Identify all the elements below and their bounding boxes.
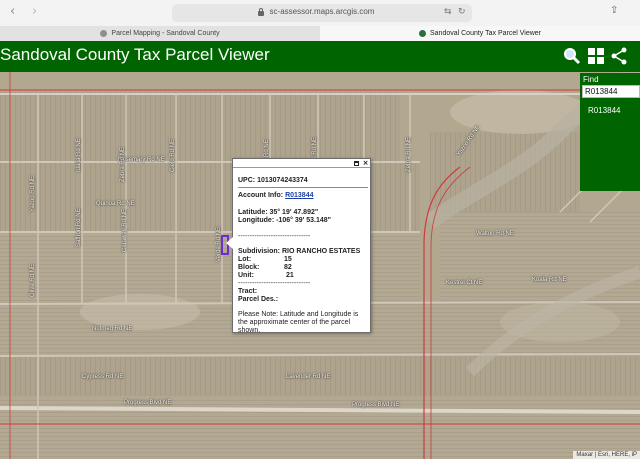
separator-line: ------------------------------- xyxy=(238,280,311,287)
longitude-label: Longitude: xyxy=(238,217,275,224)
upc-value: 1013074243374 xyxy=(257,177,308,184)
divider xyxy=(238,187,368,188)
block-value: 82 xyxy=(284,264,292,271)
tab-label: Sandoval County Tax Parcel Viewer xyxy=(429,30,542,37)
tab-parcel-mapping[interactable]: Parcel Mapping - Sandoval County xyxy=(0,26,320,41)
translate-icon[interactable]: ⇆ xyxy=(444,7,452,17)
unit-label: Unit: xyxy=(238,272,254,279)
grid-icon[interactable] xyxy=(587,47,605,65)
back-arrow-icon[interactable]: ‹ xyxy=(10,4,15,19)
favicon-icon xyxy=(418,29,426,37)
lot-value: 15 xyxy=(284,256,292,263)
latitude-label: Latitude: xyxy=(238,209,268,216)
street-label: Cielo Rd NE xyxy=(170,138,176,172)
tab-label: Parcel Mapping - Sandoval County xyxy=(111,30,220,37)
parcel-des-label: Parcel Des.: xyxy=(238,296,279,303)
street-label: Koala Rd NE xyxy=(532,277,567,283)
street-label: Zebra Rd NE xyxy=(406,136,412,172)
street-label: Progress Blvd NE xyxy=(352,402,400,408)
street-label: Progress Blvd NE xyxy=(124,400,172,406)
tab-tax-parcel-viewer[interactable]: Sandoval County Tax Parcel Viewer xyxy=(320,26,640,41)
search-icon[interactable] xyxy=(563,47,581,65)
upc-label: UPC: xyxy=(238,177,256,184)
street-label: Olive Rd NE xyxy=(30,263,36,297)
account-link[interactable]: R013844 xyxy=(285,192,313,199)
street-label: Lavender Rd NE xyxy=(286,374,331,380)
close-icon[interactable]: × xyxy=(362,160,369,167)
street-label: Kestrel Ct NE xyxy=(446,280,483,286)
subdivision-label: Subdivision: xyxy=(238,248,280,255)
url-text: sc-assessor.maps.arcgis.com xyxy=(269,7,375,16)
address-bar[interactable]: sc-assessor.maps.arcgis.com ⇆ ↻ xyxy=(172,4,472,22)
reload-icon[interactable]: ↻ xyxy=(458,7,466,17)
parcel-info-popup: × UPC: 1013074243374 Account Info: R0138… xyxy=(226,158,371,334)
app-title: Sandoval County Tax Parcel Viewer xyxy=(0,45,270,64)
browser-toolbar: ‹ › sc-assessor.maps.arcgis.com ⇆ ↻ ⇪ xyxy=(0,0,640,26)
find-input[interactable] xyxy=(582,85,640,98)
block-label: Block: xyxy=(238,264,260,271)
find-label: Find xyxy=(583,75,599,84)
forward-arrow-icon[interactable]: › xyxy=(32,4,37,19)
maximize-icon[interactable] xyxy=(353,160,360,167)
subdivision-value: RIO RANCHO ESTATES xyxy=(281,248,361,255)
street-label: Saffron Rd NE xyxy=(76,208,82,247)
account-label: Account Info: xyxy=(238,192,284,199)
tab-bar: Parcel Mapping - Sandoval County Sandova… xyxy=(0,26,640,41)
street-label: Cypress Rd NE xyxy=(82,374,124,380)
separator-line: ------------------------------- xyxy=(238,233,311,240)
street-label: Walton Rd NE xyxy=(476,231,514,237)
lot-label: Lot: xyxy=(238,256,252,263)
find-panel: Find R013844 xyxy=(580,73,640,191)
street-label: Zebra Rd NE xyxy=(120,146,126,182)
street-label: Idalia Rd NE xyxy=(76,138,82,172)
find-result-item[interactable]: R013844 xyxy=(588,106,620,115)
map-attribution[interactable]: Maxar | Esri, HERE, iP xyxy=(573,451,640,459)
popup-pointer xyxy=(226,237,233,249)
share-browser-icon[interactable]: ⇪ xyxy=(610,5,618,16)
app-header: Sandoval County Tax Parcel Viewer xyxy=(0,41,640,72)
street-label: Nutmeg Rd NE xyxy=(92,326,133,332)
latitude-value: 35° 19' 47.892" xyxy=(269,209,319,216)
favicon-icon xyxy=(100,29,108,37)
unit-value: 21 xyxy=(286,272,294,279)
share-icon[interactable] xyxy=(610,47,628,65)
street-label: Quinoa Rd NE xyxy=(96,201,135,207)
longitude-value: -106° 39' 53.148" xyxy=(276,217,331,224)
popup-titlebar: × xyxy=(233,159,370,168)
street-label: Yazoo Rd NE xyxy=(30,176,36,212)
tract-label: Tract: xyxy=(238,288,258,295)
street-label: Caraway Rd NE xyxy=(122,208,128,252)
coordinates-note: Please Note: Latitude and Longitude is t… xyxy=(238,311,359,334)
